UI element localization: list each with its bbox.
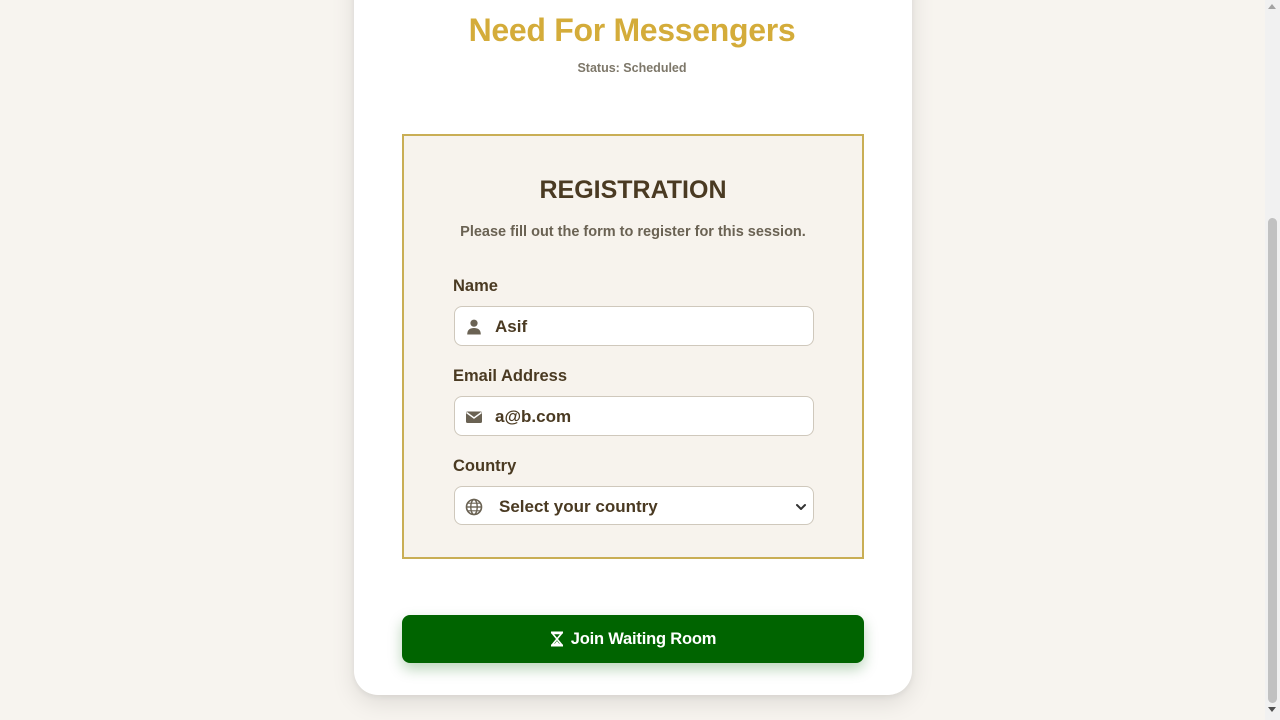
registration-subtitle: Please fill out the form to register for… — [460, 224, 806, 240]
status-text: Status: Scheduled — [577, 61, 687, 75]
join-button-label: Join Waiting Room — [570, 629, 717, 648]
registration-title: REGISTRATION — [539, 176, 727, 204]
chevron-down-icon — [796, 504, 806, 510]
envelope-icon — [466, 411, 482, 423]
email-label: Email Address — [453, 367, 568, 385]
join-waiting-room-button[interactable]: Join Waiting Room — [402, 615, 864, 663]
name-field[interactable]: Asif — [454, 306, 814, 346]
name-label: Name — [453, 277, 498, 295]
scroll-down-arrow-icon[interactable] — [1268, 707, 1276, 712]
page: Need For Messengers Status: Scheduled RE… — [0, 0, 1280, 720]
scrollbar-thumb[interactable] — [1268, 218, 1277, 703]
country-value: Select your country — [499, 497, 658, 516]
scroll-up-arrow-icon[interactable] — [1268, 4, 1276, 9]
country-label: Country — [453, 457, 517, 475]
hourglass-icon — [550, 631, 563, 647]
globe-icon — [465, 498, 483, 516]
country-select[interactable]: Select your country — [454, 486, 814, 525]
email-value: a@b.com — [495, 407, 572, 426]
registration-form: REGISTRATION Please fill out the form to… — [402, 134, 864, 559]
user-icon — [467, 319, 481, 335]
email-field[interactable]: a@b.com — [454, 396, 814, 436]
name-value: Asif — [495, 317, 528, 336]
vertical-scrollbar[interactable] — [1265, 0, 1280, 720]
page-title: Need For Messengers — [468, 12, 796, 48]
